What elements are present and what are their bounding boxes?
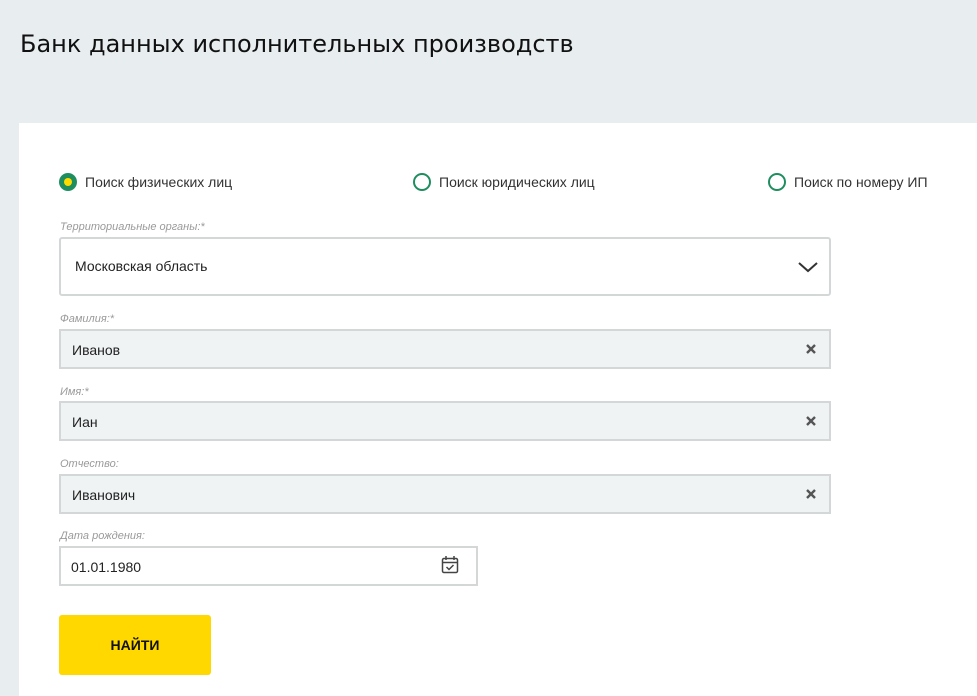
radio-label: Поиск по номеру ИП: [794, 174, 928, 190]
birth-date-label: Дата рождения:: [60, 530, 145, 542]
last-name-field[interactable]: Иванов: [59, 329, 831, 369]
clear-icon[interactable]: [805, 488, 817, 500]
radio-search-legal-entities[interactable]: Поиск юридических лиц: [413, 171, 595, 193]
radio-label: Поиск физических лиц: [85, 174, 233, 190]
last-name-label: Фамилия:*: [60, 313, 115, 325]
last-name-value: Иванов: [72, 342, 121, 358]
radio-unselected-icon: [413, 173, 431, 191]
region-label: Территориальные органы:*: [60, 221, 205, 233]
radio-unselected-icon: [768, 173, 786, 191]
clear-icon[interactable]: [805, 415, 817, 427]
search-button[interactable]: НАЙТИ: [59, 615, 211, 675]
radio-selected-icon: [59, 173, 77, 191]
page-title: Банк данных исполнительных производств: [20, 30, 574, 58]
patronymic-value: Иванович: [72, 487, 136, 503]
first-name-value: Иан: [72, 414, 98, 430]
birth-date-field[interactable]: 01.01.1980: [59, 546, 478, 586]
clear-icon[interactable]: [805, 343, 817, 355]
calendar-icon[interactable]: [441, 555, 459, 575]
radio-label: Поиск юридических лиц: [439, 174, 595, 190]
radio-search-by-ip-number[interactable]: Поиск по номеру ИП: [768, 171, 928, 193]
birth-date-value: 01.01.1980: [71, 559, 142, 575]
region-select[interactable]: Московская область: [59, 237, 831, 296]
search-form-panel: Поиск физических лиц Поиск юридических л…: [19, 123, 977, 696]
radio-search-individuals[interactable]: Поиск физических лиц: [59, 171, 232, 193]
region-select-value: Московская область: [75, 258, 208, 274]
chevron-down-icon: [798, 262, 818, 273]
patronymic-label: Отчество:: [60, 458, 119, 470]
patronymic-field[interactable]: Иванович: [59, 474, 831, 514]
first-name-label: Имя:*: [60, 386, 89, 398]
first-name-field[interactable]: Иан: [59, 401, 831, 441]
